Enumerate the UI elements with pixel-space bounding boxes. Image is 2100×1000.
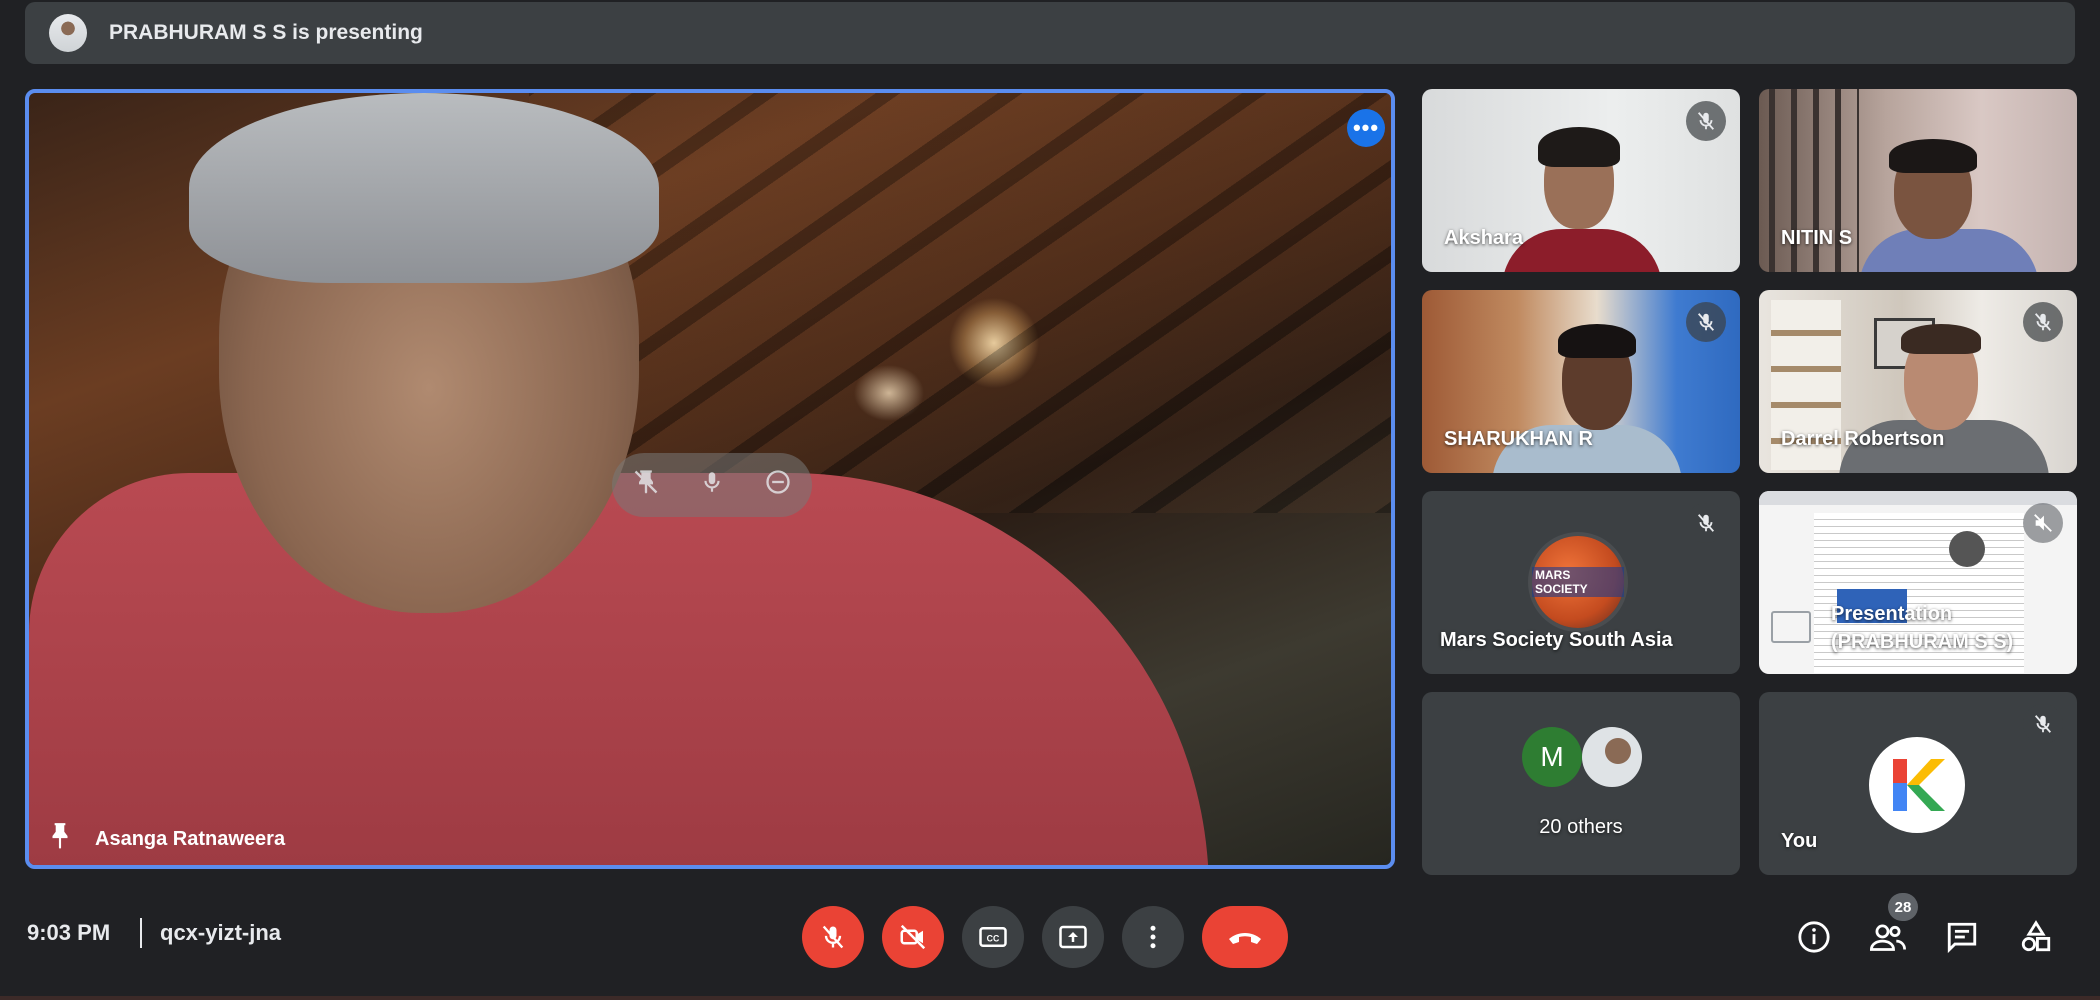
participant-name: SHARUKHAN R xyxy=(1444,428,1593,450)
participant-tile-akshara[interactable]: Akshara xyxy=(1422,89,1740,272)
activities-icon xyxy=(2021,920,2051,952)
pin-icon xyxy=(47,821,73,858)
camera-toggle-button[interactable] xyxy=(882,906,944,968)
divider xyxy=(140,918,142,948)
video-hair xyxy=(1901,324,1981,354)
mars-society-logo: MARS SOCIETY xyxy=(1532,536,1624,628)
muted-icon xyxy=(1686,302,1726,342)
people-icon xyxy=(1870,924,1906,951)
participant-tile-nitin[interactable]: NITIN S xyxy=(1759,89,2077,272)
participant-name: NITIN S xyxy=(1781,227,1853,249)
video-body xyxy=(1502,229,1662,272)
others-avatar-photo xyxy=(1582,727,1642,787)
participant-name: Mars Society South Asia xyxy=(1440,629,1673,651)
people-button[interactable] xyxy=(1866,915,1910,959)
browser-bar xyxy=(1759,491,2077,505)
tile-options-button[interactable]: ••• xyxy=(1347,109,1385,147)
remove-participant-icon[interactable] xyxy=(764,468,792,503)
tile-hover-controls xyxy=(612,453,812,517)
others-count: 20 others xyxy=(1539,816,1623,838)
mute-participant-icon[interactable] xyxy=(699,469,725,502)
svg-text:CC: CC xyxy=(987,933,1000,943)
presenting-text: PRABHURAM S S is presenting xyxy=(109,21,423,44)
presenting-banner: PRABHURAM S S is presenting xyxy=(25,2,2075,64)
audio-off-icon xyxy=(2023,503,2063,543)
muted-icon xyxy=(1686,503,1726,543)
hair xyxy=(189,93,659,283)
video-hair xyxy=(1558,324,1636,358)
participant-name: You xyxy=(1781,830,1818,852)
self-tile[interactable]: You xyxy=(1759,692,2077,875)
presentation-tile[interactable]: Presentation (PRABHURAM S S) xyxy=(1759,491,2077,674)
info-icon xyxy=(1798,921,1830,953)
logo-text: MARS SOCIETY xyxy=(1532,567,1624,597)
closed-captions-icon: CC xyxy=(979,927,1007,947)
bottom-edge xyxy=(0,996,2100,1000)
chat-icon xyxy=(1947,922,1977,954)
self-avatar xyxy=(1869,737,1965,833)
participant-name: Darrel Robertson xyxy=(1781,428,1945,450)
participant-name: Asanga Ratnaweera xyxy=(95,828,286,850)
video-hair xyxy=(1889,139,1977,173)
meeting-time: 9:03 PM xyxy=(27,920,111,945)
present-now-button[interactable] xyxy=(1042,906,1104,968)
captions-button[interactable]: CC xyxy=(962,906,1024,968)
call-end-icon xyxy=(1229,933,1261,944)
activities-button[interactable] xyxy=(2014,915,2058,959)
videocam-off-icon xyxy=(900,924,926,950)
present-screen-icon xyxy=(1771,611,1811,643)
shirt xyxy=(29,473,1209,865)
participant-name: Akshara xyxy=(1444,227,1523,249)
presenter-avatar xyxy=(49,14,87,52)
chat-button[interactable] xyxy=(1940,915,1984,959)
others-tile[interactable]: M 20 others xyxy=(1422,692,1740,875)
more-vert-icon xyxy=(1150,925,1156,949)
more-options-button[interactable] xyxy=(1122,906,1184,968)
participant-tile-mars-society[interactable]: MARS SOCIETY Mars Society South Asia xyxy=(1422,491,1740,674)
present-now-icon xyxy=(1059,925,1087,949)
mic-off-icon xyxy=(822,925,844,949)
main-video-tile[interactable]: ••• Asanga Ratnaweera xyxy=(25,89,1395,869)
main-tile-name: Asanga Ratnaweera xyxy=(47,821,285,858)
muted-icon xyxy=(2023,302,2063,342)
video-hair xyxy=(1538,127,1620,167)
participant-tile-darrel[interactable]: Darrel Robertson xyxy=(1759,290,2077,473)
leave-call-button[interactable] xyxy=(1202,906,1288,968)
others-avatar-m: M xyxy=(1522,727,1582,787)
participant-tile-sharukhan[interactable]: SHARUKHAN R xyxy=(1422,290,1740,473)
presentation-label: Presentation (PRABHURAM S S) xyxy=(1831,603,2014,653)
document-figure xyxy=(1949,531,1985,567)
muted-icon xyxy=(2023,704,2063,744)
meeting-details-button[interactable] xyxy=(1792,915,1836,959)
k-logo-icon xyxy=(1893,759,1945,811)
mic-toggle-button[interactable] xyxy=(802,906,864,968)
muted-icon xyxy=(1686,101,1726,141)
meeting-code: qcx-yizt-jna xyxy=(160,920,282,945)
unpin-icon[interactable] xyxy=(632,468,660,503)
